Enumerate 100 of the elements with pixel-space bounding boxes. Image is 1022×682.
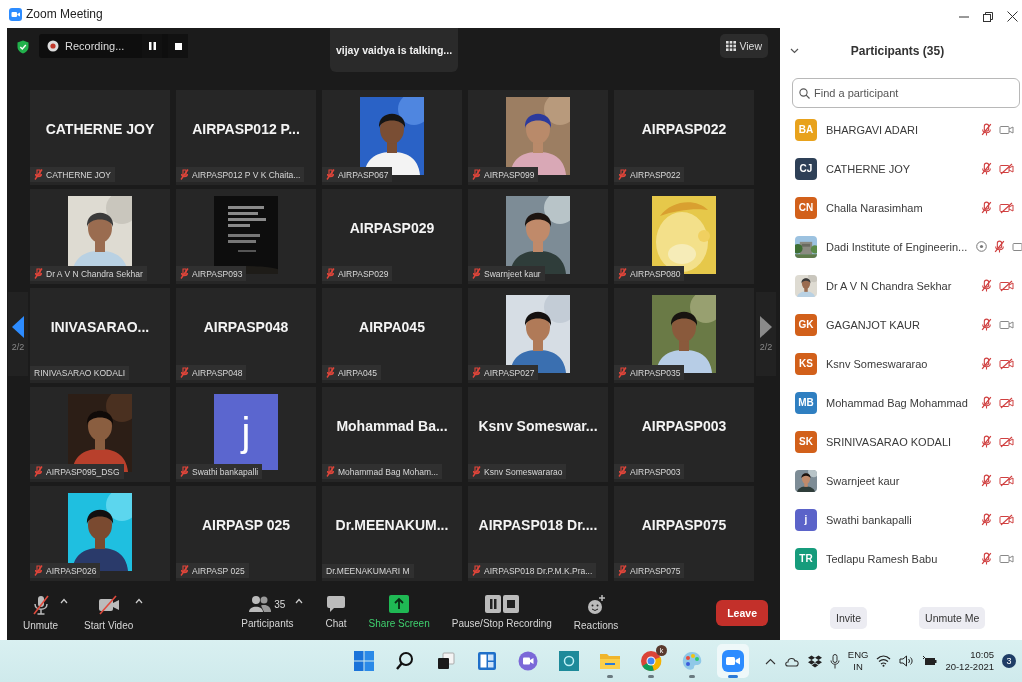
video-tile[interactable]: AIRPASP048 AIRPASP048	[176, 288, 316, 383]
shield-icon[interactable]	[17, 40, 29, 54]
pause-icon	[148, 42, 156, 50]
windows-icon	[354, 651, 374, 671]
caret-icon[interactable]	[60, 598, 68, 604]
video-tile[interactable]: AIRPASP093	[176, 189, 316, 284]
participant-name[interactable]: Dr A V N Chandra Sekhar	[826, 279, 971, 292]
video-tile[interactable]: AIRPASP026	[30, 486, 170, 581]
video-tile[interactable]: Dr.MEENAKUM... Dr.MEENAKUMARI M	[322, 486, 462, 581]
audio-button[interactable]: Unmute	[23, 594, 58, 631]
participant-name: AIRPASP048	[192, 367, 243, 378]
wifi-icon[interactable]	[876, 655, 892, 667]
participant-name: AIRPA045	[338, 367, 378, 378]
browser-icon	[640, 650, 662, 672]
previous-page-button[interactable]: 2/2	[8, 292, 28, 376]
emoji-plus-icon	[585, 594, 608, 616]
avatar: MB	[795, 391, 817, 414]
video-tile[interactable]: AIRPASP075 AIRPASP075	[614, 486, 754, 581]
participant-name[interactable]: Tedlapu Ramesh Babu	[826, 552, 971, 565]
battery-icon[interactable]	[922, 655, 938, 667]
video-tile[interactable]: AIRPASP029 AIRPASP029	[322, 189, 462, 284]
chat-icon	[326, 594, 347, 614]
video-tile[interactable]: AIRPASP035	[614, 288, 754, 383]
participant-name: Mohammad Bag Moham...	[338, 466, 439, 477]
diamonds-icon[interactable]	[807, 654, 822, 668]
language-button[interactable]: ENG IN	[847, 649, 869, 673]
video-tile[interactable]: AIRPASP080	[614, 189, 754, 284]
video-tile[interactable]: AIRPASP022 AIRPASP022	[614, 90, 754, 185]
unmute-me-button[interactable]: Unmute Me	[919, 607, 986, 629]
participant-name[interactable]: Mohammad Bag Mohammad	[826, 396, 971, 409]
video-tile[interactable]: Swarnjeet kaur	[468, 189, 608, 284]
participant-display-name: INIVASARAO...	[49, 318, 151, 335]
view-button[interactable]: View	[720, 34, 768, 58]
participant-display-name: Mohammad Ba...	[335, 417, 449, 434]
participant-count: 35	[274, 598, 286, 610]
search-field[interactable]: Find a participant	[792, 78, 1020, 108]
participant-display-name: AIRPASP022	[640, 120, 728, 137]
clock-button[interactable]: 10:05 20-12-2021	[945, 649, 994, 673]
video-tile[interactable]: AIRPASP095_DSG	[30, 387, 170, 482]
participant-name[interactable]: Swathi bankapalli	[826, 513, 971, 526]
video-tile[interactable]: AIRPASP003 AIRPASP003	[614, 387, 754, 482]
people-icon	[249, 594, 272, 614]
participant-name[interactable]: CATHERNE JOY	[826, 162, 971, 175]
share-button[interactable]: Share Screen	[368, 594, 430, 629]
reactions-button[interactable]: Reactions	[573, 594, 619, 631]
participant-name[interactable]: GAGANJOT KAUR	[826, 318, 971, 331]
caret-icon[interactable]	[135, 598, 144, 604]
participant-name: AIRPASP099	[484, 169, 535, 180]
video-tile[interactable]: j Swathi bankapalli	[176, 387, 316, 482]
video-tile[interactable]: INIVASARAO... RINIVASARAO KODALI	[30, 288, 170, 383]
participant-name: AIRPASP095_DSG	[46, 466, 120, 477]
mic-icon[interactable]	[829, 653, 840, 669]
video-tile[interactable]: AIRPASP 025 AIRPASP 025	[176, 486, 316, 581]
video-tile[interactable]: AIRPASP018 Dr.... AIRPASP018 Dr.P.M.K.Pra...	[468, 486, 608, 581]
record-button[interactable]: Pause/Stop Recording	[451, 594, 552, 629]
video-tile[interactable]: AIRPASP067	[322, 90, 462, 185]
volume-icon[interactable]	[899, 655, 915, 667]
caret-icon[interactable]	[295, 598, 304, 604]
window-title: Zoom Meeting	[26, 7, 103, 21]
task-view-icon	[436, 651, 456, 671]
invite-button[interactable]: Invite	[830, 607, 868, 629]
participant-display-name: CATHERNE JOY	[44, 120, 156, 137]
participant-name[interactable]: Ksnv Someswararao	[826, 357, 971, 370]
video-tile[interactable]: AIRPASP099	[468, 90, 608, 185]
cloud-icon[interactable]	[783, 655, 800, 667]
participant-name[interactable]: BHARGAVI ADARI	[826, 123, 971, 136]
chevron-down-icon[interactable]	[790, 48, 799, 54]
chat-button[interactable]: Chat	[325, 594, 347, 629]
avatar: CN	[795, 196, 817, 219]
participant-name[interactable]: Challa Narasimham	[826, 201, 971, 214]
participant-name: AIRPASP029	[338, 268, 389, 279]
video-tile[interactable]: AIRPASP027	[468, 288, 608, 383]
avatar: KS	[795, 352, 817, 375]
participant-name: AIRPASP022	[630, 169, 681, 180]
participants-button[interactable]: 35 Participants	[241, 594, 294, 629]
video-tile[interactable]: Dr A V N Chandra Sekhar	[30, 189, 170, 284]
participant-name: Dr.MEENAKUMARI M	[326, 566, 410, 576]
chevron-up-icon[interactable]	[764, 657, 776, 665]
left-triangle-icon	[12, 316, 24, 338]
participant-name: AIRPASP003	[630, 466, 681, 477]
close-icon[interactable]	[1007, 11, 1018, 22]
pause-stop-icon	[483, 594, 520, 614]
video-tile[interactable]: AIRPASP012 P... AIRPASP012 P V K Chaita...	[176, 90, 316, 185]
notification-badge[interactable]: 3	[1002, 654, 1016, 668]
participant-name[interactable]: Dadi Institute of Engineerin...	[826, 240, 968, 253]
video-tile[interactable]: AIRPA045 AIRPA045	[322, 288, 462, 383]
participant-display-name: AIRPASP029	[348, 219, 436, 236]
participant-display-name: AIRPASP075	[640, 516, 728, 533]
ring-app-icon	[559, 651, 579, 671]
video-tile[interactable]: CATHERNE JOY CATHERNE JOY	[30, 90, 170, 185]
participant-name: AIRPASP 025	[192, 565, 245, 576]
participant-name[interactable]: SRINIVASARAO KODALI	[826, 435, 971, 448]
video-button[interactable]: Start Video	[84, 594, 134, 631]
participant-display-name: AIRPASP018 Dr....	[477, 516, 599, 533]
leave-button[interactable]: Leave	[716, 599, 768, 626]
video-tile[interactable]: Mohammad Ba... Mohammad Bag Moham...	[322, 387, 462, 482]
video-tile[interactable]: Ksnv Someswar... Ksnv Someswararao	[468, 387, 608, 482]
participant-name[interactable]: Swarnjeet kaur	[826, 474, 971, 487]
restore-icon[interactable]	[983, 11, 993, 22]
participant-name: AIRPASP026	[46, 565, 97, 576]
